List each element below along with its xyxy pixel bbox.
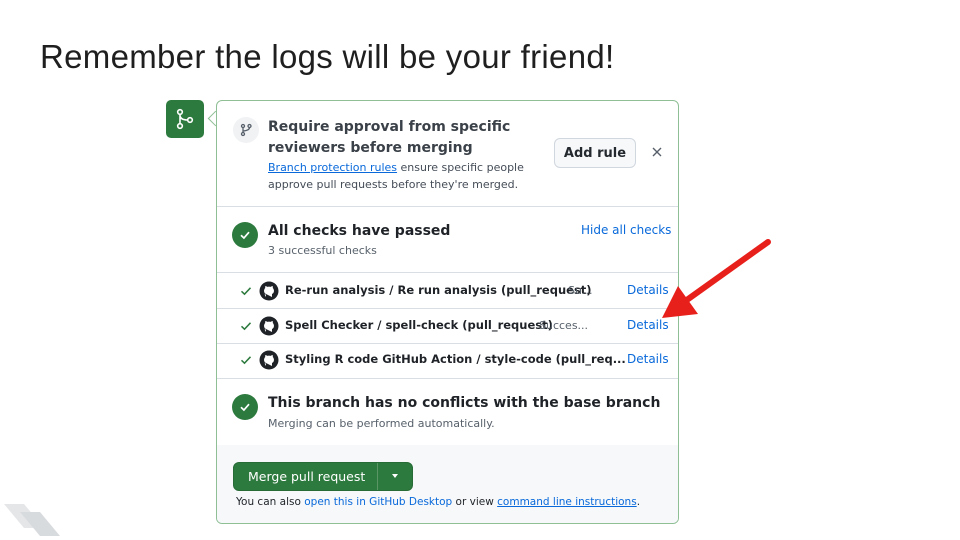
note-mid: or view	[452, 496, 498, 508]
merge-button-divider	[377, 463, 378, 490]
command-line-instructions-link[interactable]: command line instructions	[497, 496, 637, 508]
protection-description: Branch protection rules ensure specific …	[268, 159, 548, 193]
check-icon	[240, 356, 252, 365]
check-status: Succes...	[539, 319, 589, 332]
divider	[217, 272, 678, 273]
check-icon	[240, 287, 252, 296]
checks-passed-icon	[232, 222, 258, 248]
slide-title: Remember the logs will be your friend!	[40, 38, 615, 75]
check-name: Spell Checker / spell-check (pull_reques…	[285, 318, 553, 332]
check-row: Spell Checker / spell-check (pull_reques…	[217, 309, 678, 343]
protection-title: Require approval from specific reviewers…	[268, 119, 511, 156]
check-row: Re-run analysis / Re run analysis (pull_…	[217, 274, 678, 308]
conflicts-subtitle: Merging can be performed automatically.	[268, 417, 495, 430]
conflicts-title: This branch has no conflicts with the ba…	[268, 395, 661, 411]
check-name: Styling R code GitHub Action / style-cod…	[285, 352, 626, 366]
merge-badge-icon	[166, 100, 204, 138]
note-prefix: You can also	[236, 496, 305, 508]
open-github-desktop-link[interactable]: open this in GitHub Desktop	[304, 496, 452, 508]
github-logo-icon	[259, 281, 279, 301]
divider	[217, 378, 678, 379]
check-name: Re-run analysis / Re run analysis (pull_…	[285, 283, 592, 297]
merge-button-label: Merge pull request	[248, 469, 366, 484]
red-arrow-icon	[662, 239, 771, 318]
checks-title: All checks have passed	[268, 223, 451, 239]
divider	[217, 206, 678, 207]
merge-footer-note: You can also open this in GitHub Desktop…	[236, 496, 640, 508]
merge-box-panel: Require approval from specific reviewers…	[216, 100, 679, 524]
github-logo-icon	[259, 316, 279, 336]
add-rule-button[interactable]: Add rule	[554, 138, 636, 168]
details-link[interactable]: Details	[627, 352, 669, 366]
merge-options-caret-icon[interactable]	[392, 474, 398, 478]
checks-subtitle: 3 successful checks	[268, 244, 377, 257]
check-status: Su...	[568, 284, 593, 297]
check-icon	[240, 322, 252, 331]
note-suffix: .	[636, 496, 641, 508]
check-row: Styling R code GitHub Action / style-cod…	[217, 343, 678, 377]
merge-pull-request-button[interactable]: Merge pull request	[233, 462, 413, 491]
github-logo-icon	[259, 350, 279, 370]
branch-protection-rules-link[interactable]: Branch protection rules	[268, 161, 397, 174]
git-branch-icon	[233, 117, 259, 143]
close-icon[interactable]	[649, 144, 665, 160]
corner-logo-icon	[4, 504, 60, 536]
no-conflicts-icon	[232, 394, 258, 420]
